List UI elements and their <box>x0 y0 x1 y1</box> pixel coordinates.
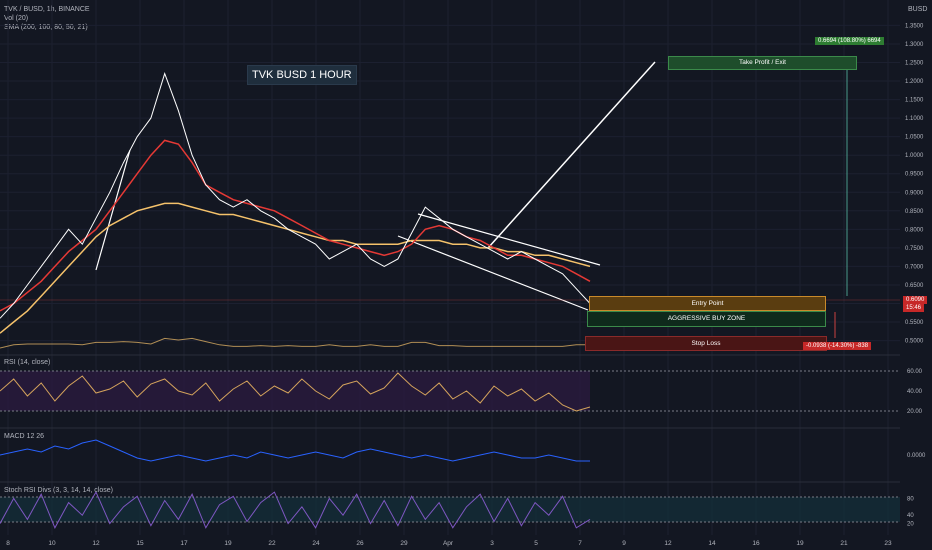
rsi-tick: 20.00 <box>907 409 923 415</box>
rsi-tick: 40.00 <box>907 389 923 395</box>
price-chart[interactable]: 1.3500 1.3000 1.2500 1.2000 1.1500 1.1000 1.05… <box>0 0 932 550</box>
time-tick: 9 <box>622 540 626 547</box>
time-tick: 24 <box>312 540 320 547</box>
rsi-tick: 60.00 <box>907 369 923 375</box>
stop-label: -0.0938 (-14.30%) -838 <box>803 342 872 350</box>
time-tick: 14 <box>708 540 716 547</box>
macd-line <box>0 439 590 462</box>
price-tick: 0.9500 <box>905 172 924 178</box>
stoch-axis: 80 40 20 <box>907 496 914 527</box>
time-tick: 7 <box>578 540 582 547</box>
current-price-label: 0.6090 <box>903 296 928 304</box>
price-tick: 1.2500 <box>905 60 924 66</box>
time-axis: 8 10 12 15 17 19 22 24 26 29 Apr 3 5 7 9 12 14 16 19 21 23 <box>6 540 892 547</box>
stoch-pane-label: Stoch RSI Divs (3, 3, 14, 14, close) <box>4 487 113 494</box>
time-tick: 26 <box>356 540 364 547</box>
stoch-tick: 80 <box>907 496 914 502</box>
time-tick: 5 <box>534 540 538 547</box>
countdown-label: 15:46 <box>903 304 925 312</box>
price-tick: 0.9000 <box>905 190 924 196</box>
price-tick: 0.5500 <box>905 320 924 326</box>
price-tick: 1.1500 <box>905 98 924 104</box>
price-line <box>0 72 591 319</box>
time-tick: 23 <box>884 540 892 547</box>
time-tick: 8 <box>6 540 10 547</box>
time-tick: 29 <box>400 540 408 547</box>
entry-point-zone[interactable]: Entry Point <box>589 296 826 311</box>
chart-annotation-title: TVK BUSD 1 HOUR <box>247 65 357 85</box>
channel-upper-line <box>417 213 601 266</box>
time-tick: 19 <box>224 540 232 547</box>
rsi-axis: 60.00 40.00 20.00 <box>907 369 923 415</box>
price-tick: 1.0000 <box>905 153 924 159</box>
aggressive-buy-zone[interactable]: AGGRESSIVE BUY ZONE <box>587 311 826 327</box>
stoch-tick: 20 <box>907 522 914 528</box>
price-tick: 1.0500 <box>905 135 924 141</box>
macd-pane-label: MACD 12 26 <box>4 433 45 440</box>
price-tick: 0.7000 <box>905 264 924 270</box>
price-tick: 0.8500 <box>905 209 924 215</box>
price-tick: 0.7500 <box>905 246 924 252</box>
time-tick: 21 <box>840 540 848 547</box>
time-tick: Apr <box>443 540 454 547</box>
time-tick: 19 <box>796 540 804 547</box>
price-tick: 0.5000 <box>905 339 924 345</box>
macd-axis: 0.0000 <box>907 453 926 459</box>
grid-lines <box>0 0 900 535</box>
sma-slow-line <box>0 202 591 334</box>
time-tick: 17 <box>180 540 188 547</box>
price-tick: 1.1000 <box>905 116 924 122</box>
rally-trend-line <box>95 149 131 271</box>
macd-tick: 0.0000 <box>907 453 926 459</box>
time-tick: 3 <box>490 540 494 547</box>
stoch-tick: 40 <box>907 513 914 519</box>
price-tick: 0.6500 <box>905 283 924 289</box>
time-tick: 22 <box>268 540 276 547</box>
time-tick: 12 <box>664 540 672 547</box>
time-tick: 10 <box>48 540 56 547</box>
take-profit-zone[interactable]: Take Profit / Exit <box>668 56 857 70</box>
stop-loss-zone[interactable]: Stop Loss <box>585 336 827 351</box>
stoch-band <box>0 497 900 522</box>
price-tick: 1.2000 <box>905 79 924 85</box>
price-tick: 1.3500 <box>905 23 924 29</box>
price-tick: 0.8000 <box>905 227 924 233</box>
time-tick: 16 <box>752 540 760 547</box>
volume-series <box>0 337 590 349</box>
time-tick: 15 <box>136 540 144 547</box>
target-label: 0.6694 (108.80%) 6694 <box>815 37 884 45</box>
time-tick: 12 <box>92 540 100 547</box>
rsi-pane-label: RSI (14, close) <box>4 359 51 366</box>
price-tick: 1.3000 <box>905 42 924 48</box>
